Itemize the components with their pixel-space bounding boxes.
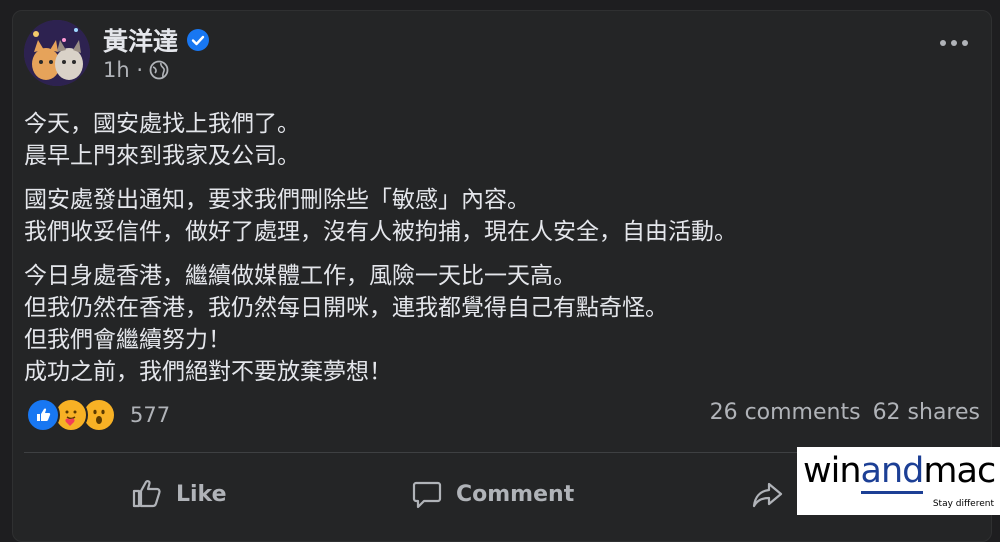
reactions-summary[interactable]: 577 [26,398,170,432]
globe-icon [149,60,169,80]
reaction-count[interactable]: 577 [130,403,170,427]
post-paragraph: 今天，國安處找上我們了。 晨早上門來到我家及公司。 [24,111,300,169]
like-reaction-icon [26,398,60,432]
dot-icon [940,40,946,46]
watermark-text-and: and [860,451,924,494]
watermark-text-mac: mac [923,451,996,491]
post-meta: 1h · [103,58,169,82]
watermark-logo: winandmac [803,451,996,494]
like-label: Like [176,481,227,507]
like-button[interactable]: Like [130,464,227,524]
share-button[interactable] [750,464,784,524]
thumbs-up-icon [132,480,161,508]
verified-badge-icon [187,29,210,51]
more-options-button[interactable] [940,40,968,46]
post-body: 今天，國安處找上我們了。 晨早上門來到我家及公司。 國安處發出通知，要求我們刪除… [24,108,924,400]
author-name[interactable]: 黃洋達 [103,22,178,58]
watermark-tagline: Stay different [932,499,994,509]
post-paragraph: 今日身處香港，繼續做媒體工作，風險一天比一天高。 但我仍然在香港，我仍然每日開咪… [24,263,668,385]
engagement-stats: 26 comments 62 shares [710,400,980,425]
dot-icon [951,40,957,46]
author-avatar[interactable] [24,20,90,86]
comment-label: Comment [456,481,575,507]
comment-icon [412,481,442,509]
comments-count[interactable]: 26 comments [710,400,861,425]
dot-icon [962,40,968,46]
post-time[interactable]: 1h · [103,58,143,82]
author-header: 黃洋達 [103,22,210,58]
watermark: winandmac Stay different [797,447,1000,515]
post-paragraph: 國安處發出通知，要求我們刪除些「敏感」內容。 我們收妥信件，做好了處理，沒有人被… [24,187,737,245]
watermark-text-win: win [803,451,862,491]
shares-count[interactable]: 62 shares [873,400,980,425]
comment-button[interactable]: Comment [410,464,574,524]
share-icon [752,482,783,508]
